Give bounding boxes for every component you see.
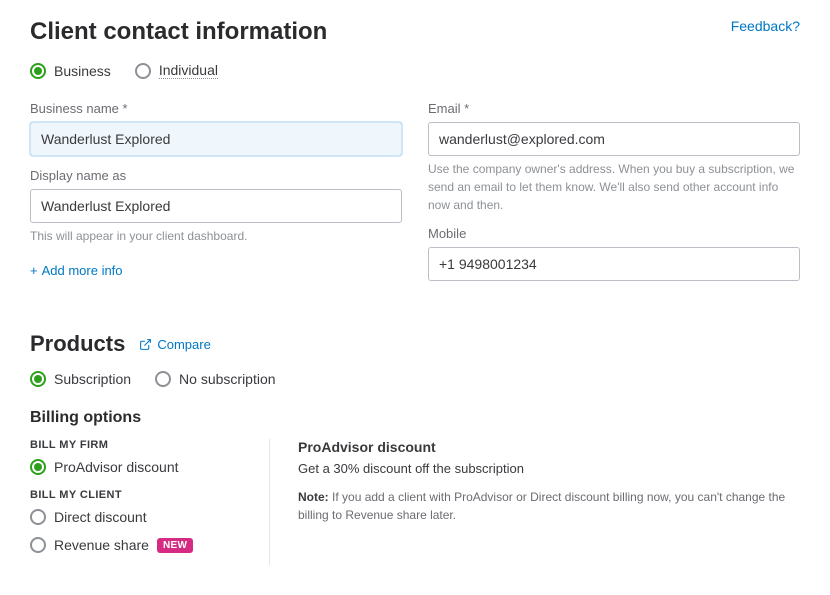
radio-label: Subscription: [54, 371, 131, 387]
radio-label: Direct discount: [54, 509, 147, 525]
radio-proadvisor[interactable]: ProAdvisor discount: [30, 459, 253, 475]
panel-note: Note: If you add a client with ProAdviso…: [298, 488, 800, 524]
external-link-icon: [139, 338, 152, 351]
billing-options-title: Billing options: [30, 409, 800, 427]
mobile-input[interactable]: [428, 247, 800, 281]
feedback-link[interactable]: Feedback?: [731, 18, 800, 34]
add-more-label: Add more info: [42, 263, 123, 278]
contact-type-radios: Business Individual: [30, 62, 800, 79]
add-more-info-link[interactable]: + Add more info: [30, 263, 123, 278]
email-label: Email *: [428, 101, 800, 116]
note-label: Note:: [298, 490, 329, 504]
display-name-help: This will appear in your client dashboar…: [30, 227, 402, 245]
radio-label: Individual: [159, 62, 218, 79]
radio-icon: [30, 537, 46, 553]
radio-label: No subscription: [179, 371, 276, 387]
radio-label: Revenue share: [54, 537, 149, 553]
radio-no-subscription[interactable]: No subscription: [155, 371, 276, 387]
panel-subtitle: Get a 30% discount off the subscription: [298, 461, 800, 476]
email-help: Use the company owner's address. When yo…: [428, 160, 800, 214]
products-radios: Subscription No subscription: [30, 371, 800, 387]
radio-icon: [30, 371, 46, 387]
radio-individual[interactable]: Individual: [135, 62, 218, 79]
radio-icon: [30, 63, 46, 79]
radio-label: ProAdvisor discount: [54, 459, 179, 475]
display-name-label: Display name as: [30, 168, 402, 183]
radio-direct[interactable]: Direct discount: [30, 509, 253, 525]
radio-business[interactable]: Business: [30, 62, 111, 79]
bill-client-heading: BILL MY CLIENT: [30, 489, 253, 501]
note-text: If you add a client with ProAdvisor or D…: [298, 490, 785, 522]
new-badge: NEW: [157, 538, 193, 553]
business-name-input[interactable]: [30, 122, 402, 156]
panel-title: ProAdvisor discount: [298, 439, 800, 455]
radio-subscription[interactable]: Subscription: [30, 371, 131, 387]
radio-icon: [155, 371, 171, 387]
mobile-label: Mobile: [428, 226, 800, 241]
radio-revenue[interactable]: Revenue share NEW: [30, 537, 253, 553]
business-name-label: Business name *: [30, 101, 402, 116]
email-input[interactable]: [428, 122, 800, 156]
bill-firm-heading: BILL MY FIRM: [30, 439, 253, 451]
radio-icon: [30, 509, 46, 525]
page-title: Client contact information: [30, 18, 327, 46]
radio-icon: [30, 459, 46, 475]
plus-icon: +: [30, 263, 38, 278]
compare-label: Compare: [157, 337, 210, 352]
compare-link[interactable]: Compare: [139, 337, 210, 352]
products-title: Products: [30, 331, 125, 357]
display-name-input[interactable]: [30, 189, 402, 223]
radio-label: Business: [54, 63, 111, 79]
radio-icon: [135, 63, 151, 79]
